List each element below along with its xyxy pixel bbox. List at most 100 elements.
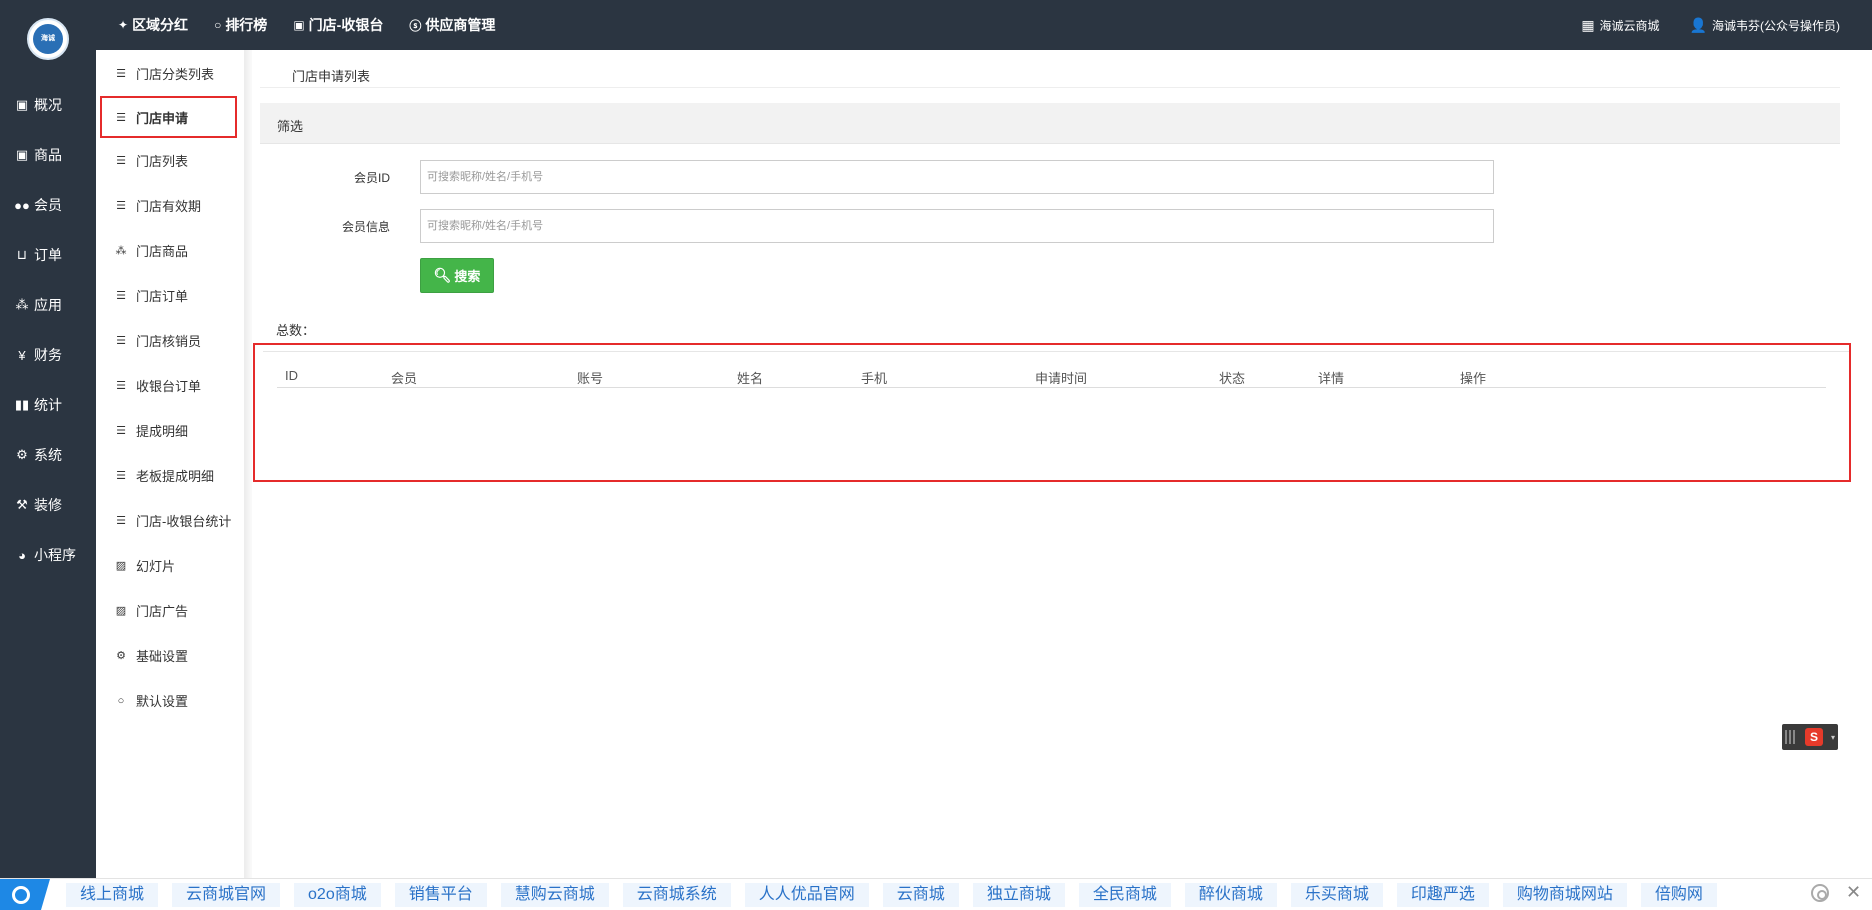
member-info-input[interactable]	[420, 209, 1494, 243]
main-nav-item-goods[interactable]: ▣ 商品	[0, 130, 96, 180]
submenu-store-apply[interactable]: ☰ 门店申请	[100, 96, 237, 138]
submenu-label: 提成明细	[136, 424, 189, 439]
submenu-label: 门店列表	[136, 154, 189, 169]
cogs-icon: ⚙	[16, 447, 28, 462]
bottom-link[interactable]: o2o商城	[294, 883, 381, 907]
top-nav-store-cashier[interactable]: ▣ 门店-收银台	[293, 15, 383, 35]
submenu-label: 幻灯片	[136, 559, 176, 574]
main-nav-label: 系统	[34, 447, 62, 463]
cogs-icon: ⚙	[116, 650, 126, 662]
filter-title: 筛选	[277, 119, 304, 134]
image-icon: ▨	[115, 560, 127, 572]
panel-icon: ▣	[15, 97, 29, 112]
member-id-input[interactable]	[420, 160, 1494, 194]
bottom-link[interactable]: 倍购网	[1640, 883, 1717, 907]
submenu-commission-detail[interactable]: ☰ 提成明细	[96, 408, 245, 453]
main-nav-item-overview[interactable]: ▣ 概况	[0, 80, 96, 130]
main-nav-item-orders[interactable]: ⊔ 订单	[0, 230, 96, 280]
circle-icon: ○	[117, 694, 125, 707]
user-menu[interactable]: 👤 海诚韦芬(公众号操作员)	[1690, 17, 1840, 34]
sub-menu: ☰ 门店分类列表 ☰ 门店申请 ☰ 门店列表 ☰ 门店有效期 ⁂ 门店商品 ☰ 门店订单 ☰…	[96, 50, 246, 878]
close-icon[interactable]: ✕	[1846, 882, 1861, 903]
submenu-slideshow[interactable]: ▨ 幻灯片	[96, 543, 245, 588]
bottom-link[interactable]: 乐买商城	[1290, 883, 1383, 907]
top-header: ✦ 区域分红 ○ 排行榜 ▣ 门店-收银台 ⓢ 供应商管理 ▦ 海诚云商城 👤 海诚韦芬(公…	[96, 0, 1872, 50]
top-nav-area-dividend[interactable]: ✦ 区域分红	[118, 15, 188, 35]
bottom-link[interactable]: 慧购云商城	[500, 883, 609, 907]
top-nav-supplier[interactable]: ⓢ 供应商管理	[409, 15, 495, 35]
submenu-label: 收银台订单	[136, 379, 202, 394]
main-nav-label: 应用	[34, 297, 62, 313]
main-nav-label: 会员	[34, 197, 62, 213]
submenu-store-category-list[interactable]: ☰ 门店分类列表	[96, 51, 245, 96]
bottom-link[interactable]: 全民商城	[1078, 883, 1171, 907]
submenu-label: 门店-收银台统计	[136, 514, 232, 529]
main-nav-item-stats[interactable]: ▮▮ 统计	[0, 380, 96, 430]
bottom-link[interactable]: 人人优品官网	[744, 883, 869, 907]
submenu-label: 门店核销员	[136, 334, 202, 349]
bottom-logo[interactable]	[0, 879, 50, 910]
bottom-link[interactable]: 独立商城	[972, 883, 1065, 907]
submenu-store-orders[interactable]: ☰ 门店订单	[96, 273, 245, 318]
submenu-default-settings[interactable]: ○ 默认设置	[96, 678, 245, 723]
list-icon: ☰	[116, 111, 126, 124]
top-nav-ranking[interactable]: ○ 排行榜	[214, 15, 267, 35]
submenu-divider	[244, 50, 252, 878]
search-button-label: 搜索	[454, 269, 481, 284]
main-nav-item-finance[interactable]: ¥ 财务	[0, 330, 96, 380]
bottom-link[interactable]: 购物商城网站	[1502, 883, 1627, 907]
sogou-s-icon: S	[1804, 728, 1823, 746]
main-nav-label: 商品	[34, 147, 62, 163]
submenu-store-ads[interactable]: ▨ 门店广告	[96, 588, 245, 633]
submenu-cashier-orders[interactable]: ☰ 收银台订单	[96, 363, 245, 408]
bottom-link[interactable]: 销售平台	[394, 883, 487, 907]
submenu-store-list[interactable]: ☰ 门店列表	[96, 138, 245, 183]
shop-link[interactable]: ▦ 海诚云商城	[1581, 17, 1659, 34]
main-nav-label: 订单	[34, 247, 62, 263]
yen-icon: ¥	[18, 347, 26, 363]
money-icon: ▣	[293, 18, 305, 32]
column-phone: 手机	[861, 371, 888, 386]
page-title: 门店申请列表	[292, 69, 371, 84]
submenu-label: 门店有效期	[136, 199, 202, 214]
bottom-link[interactable]: 云商城官网	[172, 883, 281, 907]
ime-toolbar[interactable]: S ▾	[1782, 724, 1838, 750]
gear-icon[interactable]	[1811, 884, 1829, 902]
list-icon: ☰	[116, 425, 126, 437]
list-icon: ☰	[116, 155, 126, 167]
submenu-label: 老板提成明细	[136, 469, 215, 484]
main-nav-item-members[interactable]: ●● 会员	[0, 180, 96, 230]
logo[interactable]: 海诚	[27, 18, 69, 60]
bottom-link[interactable]: 醉伙商城	[1184, 883, 1277, 907]
top-nav-label: 区域分红	[132, 17, 189, 33]
main-nav-item-apps[interactable]: ⁂ 应用	[0, 280, 96, 330]
bottom-link[interactable]: 线上商城	[66, 883, 159, 907]
submenu-store-verifiers[interactable]: ☰ 门店核销员	[96, 318, 245, 363]
circle-icon: ○	[214, 18, 222, 32]
chevron-down-icon[interactable]: ▾	[1831, 733, 1835, 742]
bottom-link[interactable]: 云商城系统	[622, 883, 731, 907]
submenu-store-goods[interactable]: ⁂ 门店商品	[96, 228, 245, 273]
bottom-links: 线上商城 云商城官网 o2o商城 销售平台 慧购云商城 云商城系统 人人优品官网…	[66, 883, 1717, 907]
list-icon: ☰	[116, 515, 126, 527]
main-nav-item-system[interactable]: ⚙ 系统	[0, 430, 96, 480]
main-nav-item-decorate[interactable]: ⚒ 装修	[0, 480, 96, 530]
user-name: 海诚韦芬(公众号操作员)	[1712, 18, 1840, 33]
submenu-label: 默认设置	[136, 694, 189, 709]
main-nav-item-miniprogram[interactable]: ◕ 小程序	[0, 530, 96, 580]
drag-handle-icon[interactable]	[1785, 730, 1797, 744]
bottom-link[interactable]: 印趣严选	[1396, 883, 1489, 907]
submenu-basic-settings[interactable]: ⚙ 基础设置	[96, 633, 245, 678]
search-button[interactable]: 🔍︎ 搜索	[420, 258, 494, 293]
top-nav-label: 排行榜	[225, 17, 268, 33]
column-apply-time: 申请时间	[1035, 371, 1088, 386]
submenu-cashier-stats[interactable]: ☰ 门店-收银台统计	[96, 498, 245, 543]
apply-table: ID 会员 账号 姓名 手机 申请时间 状态 详情 操作	[253, 343, 1851, 482]
main-nav: ▣ 概况 ▣ 商品 ●● 会员 ⊔ 订单 ⁂ 应用 ¥ 财务 ▮▮ 统计 ⚙ 系统 ⚒ 装修 ◕ 小…	[0, 80, 96, 580]
top-nav: ✦ 区域分红 ○ 排行榜 ▣ 门店-收银台 ⓢ 供应商管理	[118, 0, 495, 50]
submenu-boss-commission[interactable]: ☰ 老板提成明细	[96, 453, 245, 498]
main-nav-label: 概况	[34, 97, 62, 113]
submenu-store-validity[interactable]: ☰ 门店有效期	[96, 183, 245, 228]
table-header: ID 会员 账号 姓名 手机 申请时间 状态 详情 操作	[277, 364, 1826, 388]
bottom-link[interactable]: 云商城	[882, 883, 959, 907]
